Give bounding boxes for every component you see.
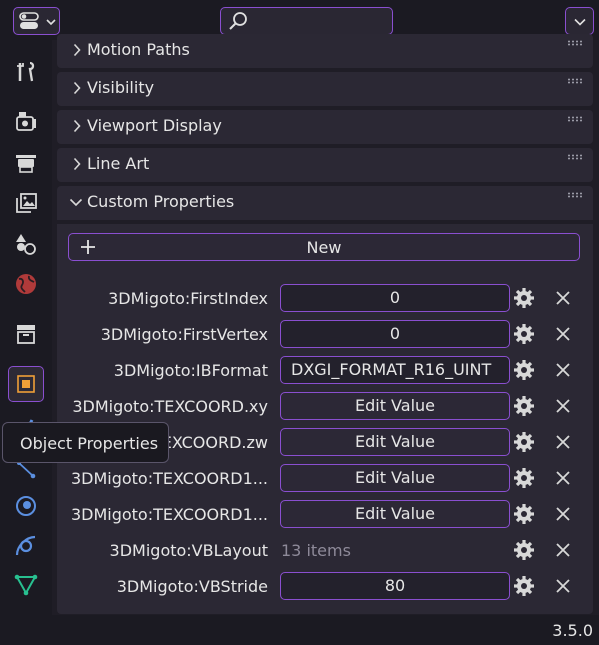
panel-line-art[interactable]: Line Art bbox=[57, 148, 593, 182]
panel-motion-paths[interactable]: Motion Paths bbox=[57, 34, 593, 68]
tab-physics[interactable] bbox=[8, 488, 44, 524]
chevron-down-icon bbox=[46, 19, 56, 26]
property-label: 3DMigoto:VBStride bbox=[116, 577, 268, 596]
chevron-down-icon bbox=[574, 18, 586, 26]
new-button-label: New bbox=[306, 238, 342, 257]
gear-icon[interactable] bbox=[513, 575, 535, 597]
drag-handle-icon[interactable] bbox=[567, 192, 583, 198]
physics-icon bbox=[16, 496, 36, 516]
tab-world[interactable] bbox=[8, 266, 44, 302]
status-bar: 3.5.0 bbox=[0, 615, 599, 645]
tab-constraints[interactable] bbox=[8, 528, 44, 564]
close-icon[interactable] bbox=[555, 578, 571, 594]
property-value-readonly: 13 items bbox=[281, 541, 351, 560]
close-icon[interactable] bbox=[555, 362, 571, 378]
constraints-icon bbox=[15, 535, 36, 556]
tab-render[interactable] bbox=[8, 103, 44, 139]
scene-icon bbox=[16, 234, 36, 255]
close-icon[interactable] bbox=[555, 434, 571, 450]
new-property-button[interactable]: New bbox=[68, 233, 580, 261]
drag-handle-icon[interactable] bbox=[567, 78, 583, 84]
search-input[interactable] bbox=[220, 7, 393, 35]
collection-icon bbox=[17, 325, 35, 344]
close-icon[interactable] bbox=[555, 506, 571, 522]
property-label: 3DMigoto:VBLayout bbox=[109, 541, 268, 560]
property-value-field[interactable]: 80 bbox=[280, 572, 510, 600]
panel-visibility[interactable]: Visibility bbox=[57, 72, 593, 106]
panel-viewport-display[interactable]: Viewport Display bbox=[57, 110, 593, 144]
property-label: 3DMigoto:FirstIndex bbox=[108, 289, 268, 308]
edit-value-button[interactable]: Edit Value bbox=[280, 500, 510, 528]
chevron-right-icon bbox=[73, 81, 81, 95]
tool-icon bbox=[17, 61, 35, 82]
tab-view-layer[interactable] bbox=[8, 185, 44, 221]
drag-handle-icon[interactable] bbox=[567, 40, 583, 46]
world-icon bbox=[16, 274, 36, 294]
tab-scene[interactable] bbox=[8, 226, 44, 262]
property-label: 3DMigoto:TEXCOORD1... bbox=[70, 469, 268, 488]
gear-icon[interactable] bbox=[513, 431, 535, 453]
tab-output[interactable] bbox=[8, 144, 44, 180]
gear-icon[interactable] bbox=[513, 323, 535, 345]
close-icon[interactable] bbox=[555, 542, 571, 558]
gear-icon[interactable] bbox=[513, 539, 535, 561]
chevron-right-icon bbox=[73, 119, 81, 133]
chevron-right-icon bbox=[73, 43, 81, 57]
property-label: 3DMigoto:TEXCOORD1... bbox=[70, 505, 268, 524]
gear-icon[interactable] bbox=[513, 359, 535, 381]
tab-data[interactable] bbox=[8, 566, 44, 602]
view-layer-icon bbox=[16, 193, 37, 213]
tab-object[interactable] bbox=[8, 366, 44, 402]
edit-value-button[interactable]: Edit Value bbox=[280, 428, 510, 456]
chevron-down-icon bbox=[69, 198, 83, 207]
version-label: 3.5.0 bbox=[552, 621, 593, 640]
editor-type-icon bbox=[19, 12, 39, 29]
editor-type-button[interactable] bbox=[13, 7, 60, 35]
properties-content: Motion Paths Visibility Viewport Display… bbox=[52, 34, 599, 615]
property-label: 3DMigoto:FirstVertex bbox=[100, 325, 268, 344]
close-icon[interactable] bbox=[555, 398, 571, 414]
tab-tool[interactable] bbox=[8, 54, 44, 90]
chevron-right-icon bbox=[73, 157, 81, 171]
panel-title: Motion Paths bbox=[87, 40, 190, 59]
edit-value-button[interactable]: Edit Value bbox=[280, 464, 510, 492]
panel-title: Line Art bbox=[87, 154, 150, 173]
panel-title: Custom Properties bbox=[87, 192, 235, 211]
search-icon bbox=[229, 12, 247, 30]
tab-collection[interactable] bbox=[8, 316, 44, 352]
panel-custom-properties[interactable]: Custom Properties bbox=[57, 186, 593, 220]
property-value-field[interactable]: 0 bbox=[280, 284, 510, 312]
drag-handle-icon[interactable] bbox=[567, 154, 583, 160]
close-icon[interactable] bbox=[555, 290, 571, 306]
options-dropdown-button[interactable] bbox=[565, 7, 594, 35]
gear-icon[interactable] bbox=[513, 467, 535, 489]
panel-title: Visibility bbox=[87, 78, 155, 97]
property-value-field[interactable]: DXGI_FORMAT_R16_UINT bbox=[280, 356, 510, 384]
object-icon bbox=[17, 375, 35, 393]
close-icon[interactable] bbox=[555, 470, 571, 486]
output-printer-icon bbox=[16, 155, 36, 173]
gear-icon[interactable] bbox=[513, 395, 535, 417]
gear-icon[interactable] bbox=[513, 503, 535, 525]
tooltip-text: Object Properties bbox=[20, 434, 159, 453]
edit-value-button[interactable]: Edit Value bbox=[280, 392, 510, 420]
properties-tab-bar bbox=[0, 40, 52, 615]
property-label: 3DMigoto:TEXCOORD.xy bbox=[72, 397, 268, 416]
property-label: 3DMigoto:IBFormat bbox=[113, 361, 268, 380]
property-value-field[interactable]: 0 bbox=[280, 320, 510, 348]
render-icon bbox=[16, 112, 36, 131]
panel-title: Viewport Display bbox=[87, 116, 222, 135]
gear-icon[interactable] bbox=[513, 287, 535, 309]
mesh-data-icon bbox=[14, 574, 38, 596]
tooltip: Object Properties bbox=[2, 422, 169, 463]
close-icon[interactable] bbox=[555, 326, 571, 342]
drag-handle-icon[interactable] bbox=[567, 116, 583, 122]
